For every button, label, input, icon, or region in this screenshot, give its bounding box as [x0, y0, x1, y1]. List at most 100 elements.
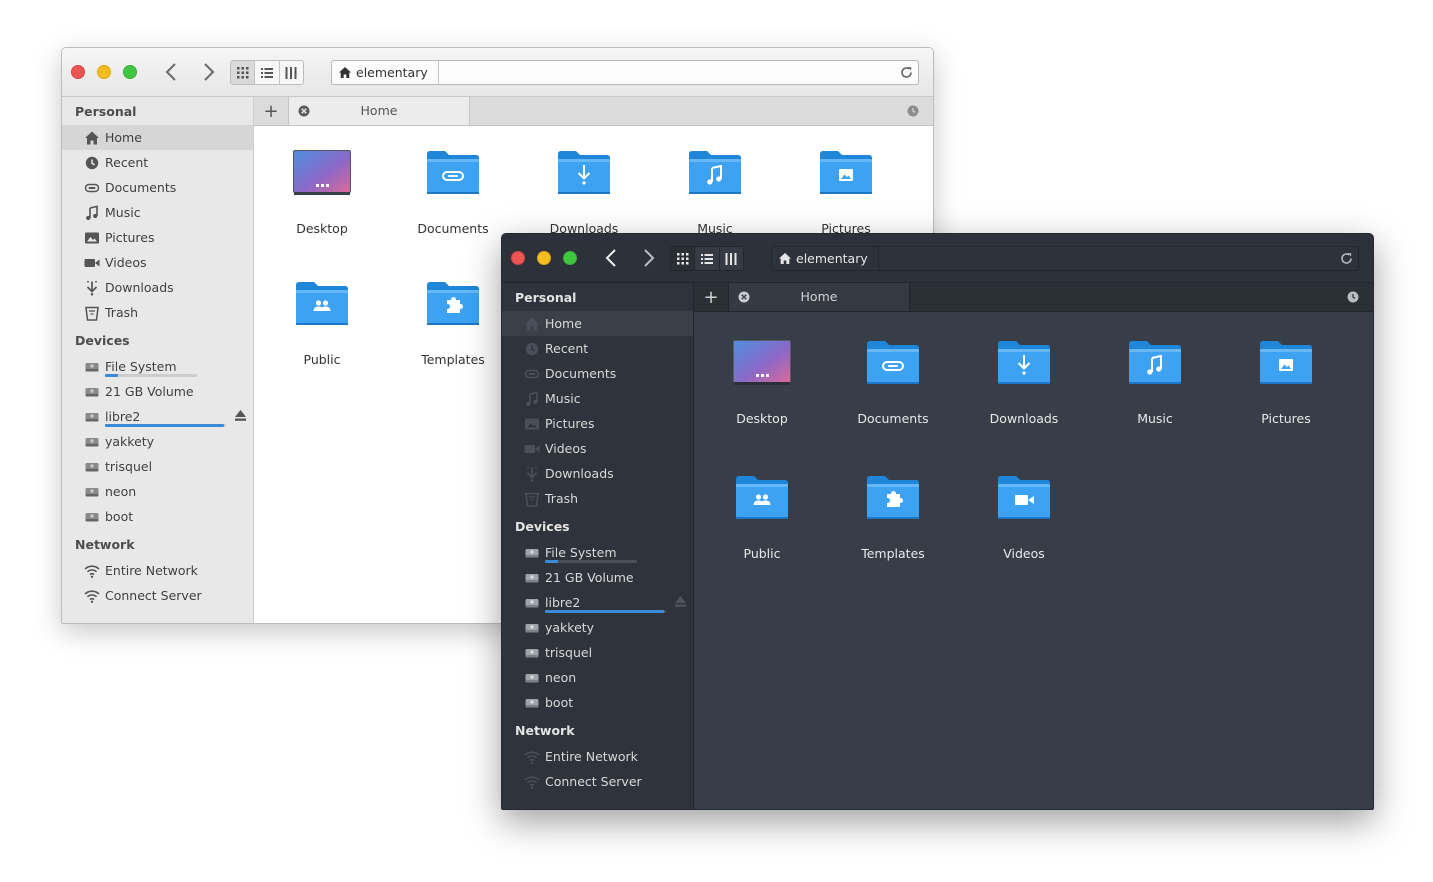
sidebar-item-entire-network[interactable]: Entire Network	[502, 744, 693, 769]
sidebar-item-downloads[interactable]: Downloads	[62, 275, 253, 300]
file-item-music[interactable]: Music	[1092, 338, 1212, 458]
close-window-button[interactable]	[71, 65, 85, 79]
sidebar-item-home[interactable]: Home	[502, 311, 693, 336]
new-tab-button[interactable]: +	[694, 283, 729, 311]
trash-icon	[85, 306, 99, 321]
new-tab-button[interactable]: +	[254, 97, 289, 125]
tab-home[interactable]: Home	[729, 283, 910, 311]
location-bar[interactable]: elementary	[331, 60, 919, 85]
sidebar-item-label: neon	[105, 484, 137, 499]
breadcrumb[interactable]: elementary	[332, 61, 439, 84]
sidebar-item-neon[interactable]: neon	[62, 479, 253, 504]
file-item-public[interactable]: Public	[259, 279, 379, 399]
reload-button[interactable]	[1339, 251, 1354, 266]
maximize-window-button[interactable]	[123, 65, 137, 79]
sidebar-item-pictures[interactable]: Pictures	[502, 411, 693, 436]
file-item-public[interactable]: Public	[699, 473, 819, 593]
forward-button[interactable]	[197, 62, 219, 82]
file-item-pictures[interactable]: Pictures	[1223, 338, 1343, 458]
sidebar-item-yakkety[interactable]: yakkety	[502, 615, 693, 640]
sidebar-item-music[interactable]: Music	[502, 386, 693, 411]
history-icon[interactable]	[1347, 291, 1359, 303]
sidebar-item-music[interactable]: Music	[62, 200, 253, 225]
drive-icon	[85, 388, 99, 397]
drive-icon	[85, 413, 99, 422]
sidebar-item-boot[interactable]: boot	[502, 690, 693, 715]
sidebar-item-documents[interactable]: Documents	[62, 175, 253, 200]
sidebar-item-videos[interactable]: Videos	[502, 436, 693, 461]
breadcrumb-label: elementary	[796, 251, 868, 266]
disk-usage-bar	[545, 560, 637, 563]
sidebar-item-trash[interactable]: Trash	[62, 300, 253, 325]
download-icon	[86, 280, 98, 296]
back-button[interactable]	[601, 248, 623, 268]
icon-view-button[interactable]	[671, 247, 695, 270]
sidebar-item-recent[interactable]: Recent	[502, 336, 693, 361]
file-item-videos[interactable]: Videos	[961, 473, 1081, 593]
sidebar-item-label: File System	[545, 545, 617, 560]
close-window-button[interactable]	[511, 251, 525, 265]
minimize-window-button[interactable]	[97, 65, 111, 79]
sidebar-item-file-system[interactable]: File System	[62, 354, 253, 379]
sidebar-item-libre2[interactable]: libre2	[62, 404, 253, 429]
file-item-documents[interactable]: Documents	[390, 148, 510, 268]
tab-label: Home	[360, 103, 398, 118]
sidebar-item-documents[interactable]: Documents	[502, 361, 693, 386]
location-bar[interactable]: elementary	[771, 246, 1359, 271]
history-icon[interactable]	[907, 105, 919, 117]
sidebar-item-label: Trash	[105, 305, 139, 320]
header-bar: elementary	[62, 48, 933, 97]
breadcrumb[interactable]: elementary	[772, 247, 879, 270]
sidebar-item-trisquel[interactable]: trisquel	[62, 454, 253, 479]
back-button[interactable]	[161, 62, 183, 82]
eject-icon[interactable]	[234, 409, 247, 422]
file-item-desktop[interactable]: Desktop	[259, 148, 379, 268]
sidebar-item-trisquel[interactable]: trisquel	[502, 640, 693, 665]
sidebar-section-devices: Devices	[75, 333, 130, 348]
sidebar-item-neon[interactable]: neon	[502, 665, 693, 690]
disk-usage-fill	[545, 610, 664, 613]
sidebar-item-entire-network[interactable]: Entire Network	[62, 558, 253, 583]
sidebar: Personal Home Recent Documents Music Pic…	[62, 97, 254, 623]
sidebar-item-trash[interactable]: Trash	[502, 486, 693, 511]
sidebar-item-recent[interactable]: Recent	[62, 150, 253, 175]
sidebar-item-pictures[interactable]: Pictures	[62, 225, 253, 250]
file-item-downloads[interactable]: Downloads	[961, 338, 1081, 458]
column-view-button[interactable]	[718, 247, 743, 270]
sidebar-item-boot[interactable]: boot	[62, 504, 253, 529]
forward-button[interactable]	[637, 248, 659, 268]
list-view-button[interactable]	[254, 61, 278, 84]
drive-icon	[525, 674, 539, 683]
paperclip-icon	[84, 183, 100, 193]
wifi-icon	[524, 776, 540, 789]
column-view-button[interactable]	[278, 61, 303, 84]
downloads-folder-icon	[998, 341, 1050, 384]
sidebar-item-label: boot	[105, 509, 134, 524]
sidebar-item-videos[interactable]: Videos	[62, 250, 253, 275]
chevron-right-icon	[644, 249, 655, 267]
sidebar-item-yakkety[interactable]: yakkety	[62, 429, 253, 454]
sidebar-item-libre2[interactable]: libre2	[502, 590, 693, 615]
sidebar-item-21gb-volume[interactable]: 21 GB Volume	[62, 379, 253, 404]
reload-button[interactable]	[899, 65, 914, 80]
file-item-templates[interactable]: Templates	[390, 279, 510, 399]
sidebar-item-connect-server[interactable]: Connect Server	[62, 583, 253, 608]
icon-view-button[interactable]	[231, 61, 255, 84]
sidebar-item-file-system[interactable]: File System	[502, 540, 693, 565]
clock-icon	[525, 342, 539, 356]
list-view-button[interactable]	[694, 247, 718, 270]
sidebar-item-home[interactable]: Home	[62, 125, 253, 150]
eject-icon[interactable]	[674, 595, 687, 608]
minimize-window-button[interactable]	[537, 251, 551, 265]
sidebar-item-label: Documents	[545, 366, 617, 381]
file-item-desktop[interactable]: Desktop	[699, 338, 819, 458]
maximize-window-button[interactable]	[563, 251, 577, 265]
sidebar-item-label: Documents	[105, 180, 177, 195]
sidebar-item-connect-server[interactable]: Connect Server	[502, 769, 693, 794]
sidebar-item-21gb-volume[interactable]: 21 GB Volume	[502, 565, 693, 590]
file-item-templates[interactable]: Templates	[830, 473, 950, 593]
tab-home[interactable]: Home	[289, 97, 470, 125]
sidebar-item-label: boot	[545, 695, 574, 710]
sidebar-item-downloads[interactable]: Downloads	[502, 461, 693, 486]
file-item-documents[interactable]: Documents	[830, 338, 950, 458]
